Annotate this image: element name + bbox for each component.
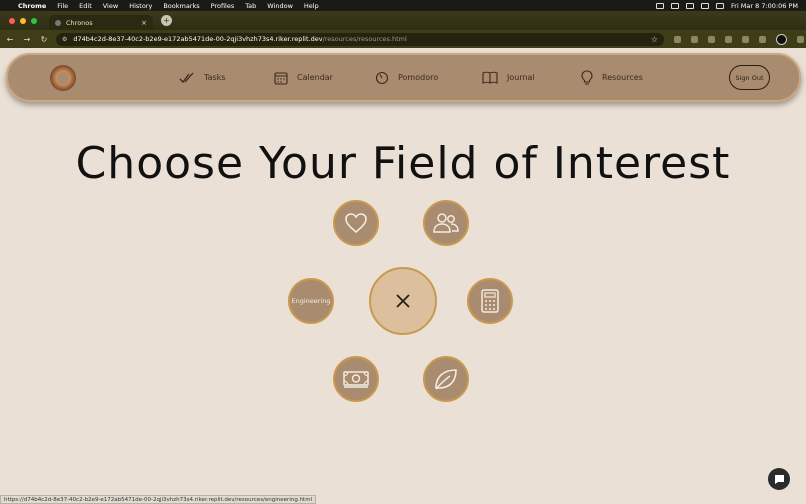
- close-icon: [396, 294, 410, 308]
- browser-tab-strip: Chronos × +: [0, 11, 806, 30]
- calculator-icon: [481, 289, 499, 313]
- reload-icon[interactable]: ↻: [37, 35, 51, 44]
- browser-tab[interactable]: Chronos ×: [49, 15, 153, 30]
- nav-journal[interactable]: Journal: [482, 55, 535, 100]
- bookmark-star-icon[interactable]: ☆: [651, 35, 658, 44]
- wifi-icon[interactable]: [686, 2, 694, 9]
- maximize-window-icon[interactable]: [31, 17, 37, 24]
- lightbulb-icon: [581, 70, 593, 85]
- download-icon[interactable]: [742, 35, 749, 43]
- search-icon[interactable]: [716, 2, 724, 9]
- field-social-button[interactable]: [423, 200, 469, 246]
- menu-chrome[interactable]: Chrome: [18, 2, 46, 10]
- close-selection-button[interactable]: [369, 267, 437, 335]
- browser-toolbar: ← → ↻ ⚙ d74b4c2d-8e37-40c2-b2e9-e172ab54…: [0, 30, 806, 48]
- url-path: /resources/resources.html: [322, 35, 407, 43]
- menu-window[interactable]: Window: [267, 2, 293, 10]
- kebab-menu-icon[interactable]: [797, 35, 804, 43]
- menu-view[interactable]: View: [103, 2, 118, 10]
- bluetooth-icon[interactable]: [671, 2, 679, 9]
- forward-icon[interactable]: →: [20, 35, 34, 44]
- menu-clock[interactable]: Fri Mar 8 7:00:06 PM: [731, 2, 798, 10]
- status-url: https://d74b4c2d-8e37-40c2-b2e9-e172ab54…: [0, 495, 317, 504]
- menu-edit[interactable]: Edit: [79, 2, 92, 10]
- people-icon: [433, 213, 459, 233]
- extension-icon[interactable]: [708, 35, 715, 43]
- favicon-icon: [55, 19, 61, 26]
- checkmarks-icon: [179, 72, 194, 83]
- status-icons: Fri Mar 8 7:00:06 PM: [656, 2, 798, 10]
- nav-calendar[interactable]: Calendar: [274, 55, 333, 100]
- nav-pomodoro-label: Pomodoro: [398, 73, 439, 82]
- menu-bookmarks[interactable]: Bookmarks: [163, 2, 199, 10]
- nav-journal-label: Journal: [507, 73, 535, 82]
- leaf-icon: [435, 369, 457, 390]
- field-math-button[interactable]: [467, 278, 513, 324]
- nav-calendar-label: Calendar: [297, 73, 333, 82]
- app-nav-bar: Tasks Calendar Pomodoro Journal Resource…: [6, 53, 801, 102]
- chat-button[interactable]: [768, 468, 790, 490]
- nav-tasks[interactable]: Tasks: [179, 55, 225, 100]
- timer-icon: [375, 71, 389, 84]
- macos-menu-bar: Chrome File Edit View History Bookmarks …: [0, 0, 806, 11]
- nav-resources-label: Resources: [602, 73, 643, 82]
- sidepanel-icon[interactable]: [759, 35, 766, 43]
- menu-help[interactable]: Help: [304, 2, 319, 10]
- extension-icons: [674, 33, 804, 45]
- field-engineering-label: Engineering: [291, 297, 331, 305]
- menu-profiles[interactable]: Profiles: [211, 2, 235, 10]
- url-host: d74b4c2d-8e37-40c2-b2e9-e172ab5471de-00-…: [73, 35, 323, 43]
- menu-file[interactable]: File: [57, 2, 68, 10]
- chat-icon: [774, 474, 784, 484]
- nav-tasks-label: Tasks: [204, 73, 226, 82]
- nav-resources[interactable]: Resources: [581, 55, 643, 100]
- address-bar[interactable]: ⚙ d74b4c2d-8e37-40c2-b2e9-e172ab5471de-0…: [56, 32, 664, 46]
- close-window-icon[interactable]: [9, 17, 15, 24]
- battery-icon[interactable]: [701, 2, 709, 9]
- site-info-icon[interactable]: ⚙: [62, 36, 67, 43]
- book-icon: [482, 71, 498, 84]
- extension-icon[interactable]: [691, 35, 698, 43]
- field-environment-button[interactable]: [423, 356, 469, 402]
- back-icon[interactable]: ←: [3, 35, 17, 44]
- calendar-icon: [274, 71, 288, 85]
- page-title: Choose Your Field of Interest: [75, 138, 731, 189]
- menu-tab[interactable]: Tab: [245, 2, 256, 10]
- chronos-logo[interactable]: [48, 63, 78, 93]
- puzzle-icon[interactable]: [725, 35, 732, 43]
- field-finance-button[interactable]: [333, 356, 379, 402]
- field-health-button[interactable]: [333, 200, 379, 246]
- cloud-icon[interactable]: [656, 2, 664, 9]
- sign-out-button[interactable]: Sign Out: [729, 65, 770, 90]
- profile-avatar[interactable]: [776, 33, 787, 45]
- close-tab-icon[interactable]: ×: [141, 19, 147, 27]
- new-tab-button[interactable]: +: [161, 15, 172, 26]
- window-controls: [9, 17, 37, 24]
- minimize-window-icon[interactable]: [20, 17, 26, 24]
- money-icon: [343, 371, 369, 388]
- nav-pomodoro[interactable]: Pomodoro: [375, 55, 438, 100]
- menu-history[interactable]: History: [129, 2, 152, 10]
- extension-icon[interactable]: [674, 35, 681, 43]
- field-engineering-button[interactable]: Engineering: [288, 278, 334, 324]
- heart-icon: [345, 213, 367, 234]
- tab-title: Chronos: [66, 18, 93, 27]
